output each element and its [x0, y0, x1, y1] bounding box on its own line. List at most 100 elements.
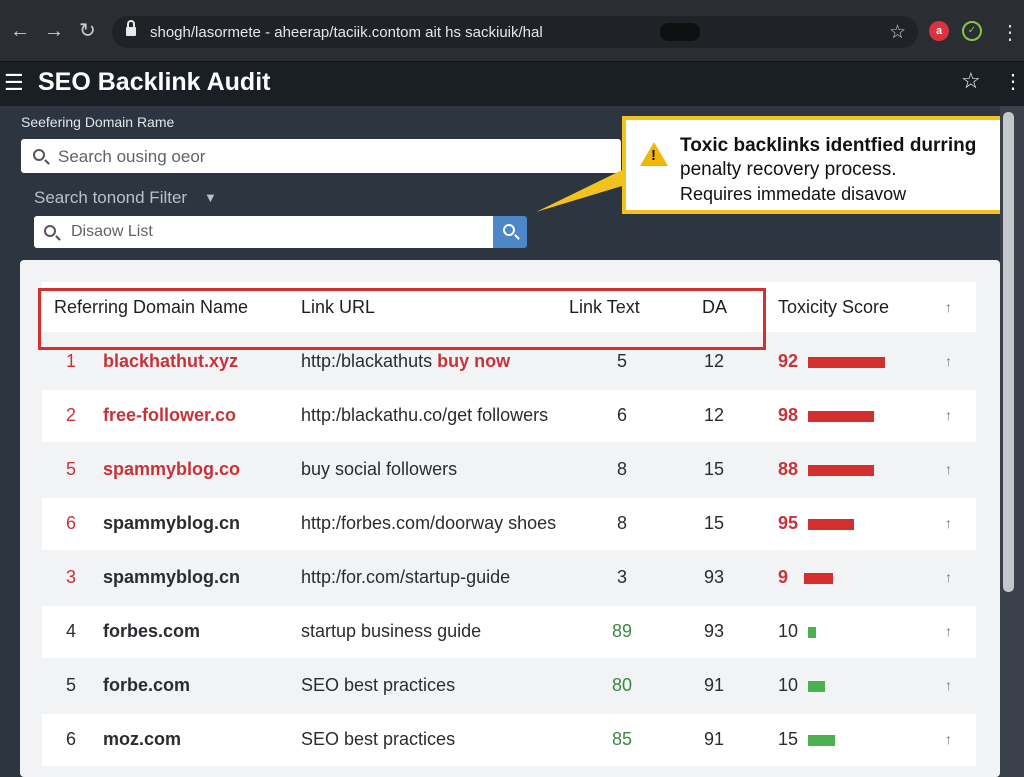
- table-row[interactable]: 3 spammyblog.cn http:/for.com/startup-guid…: [42, 552, 976, 604]
- row-arrow-icon[interactable]: ↑: [945, 407, 952, 423]
- row-arrow-icon[interactable]: ↑: [945, 569, 952, 585]
- toxicity-bar: [808, 465, 874, 476]
- link-url[interactable]: http:/blackathu.co/get followers: [301, 405, 548, 426]
- referring-domain: spammyblog.cn: [103, 513, 241, 533]
- search-placeholder: Search ousing oeor: [58, 147, 206, 166]
- hamburger-menu-icon[interactable]: ☰: [4, 70, 24, 96]
- table-row[interactable]: 2 free-follower.co http:/blackathu.co/get …: [42, 390, 976, 442]
- row-highlight-box: [38, 288, 766, 350]
- link-url[interactable]: buy social followers: [301, 459, 457, 480]
- link-url-highlight: buy now: [437, 351, 511, 371]
- toxic-warning-callout: ! Toxic backlinks identfied durring pena…: [622, 116, 1008, 214]
- toxicity-score: 88: [778, 459, 799, 479]
- table-row[interactable]: 6 moz.com SEO best practices 85 91 15 ↑: [42, 714, 976, 766]
- callout-pointer-shape: [536, 170, 622, 212]
- caret-down-icon[interactable]: ▼: [204, 190, 217, 205]
- link-url[interactable]: SEO best practices: [301, 729, 455, 750]
- forward-arrow-icon[interactable]: →: [44, 20, 64, 42]
- link-text-count: 3: [616, 567, 627, 587]
- referring-domain: blackhathut.xyz: [103, 351, 239, 371]
- table-row[interactable]: 5 forbe.com SEO best practices 80 91 10 ↑: [42, 660, 976, 712]
- row-arrow-icon[interactable]: ↑: [945, 353, 952, 369]
- link-text-count: 85: [611, 729, 633, 749]
- toxicity-bar: [808, 357, 885, 368]
- link-url[interactable]: http:/blackathuts buy now: [301, 351, 510, 372]
- sort-arrow-icon[interactable]: ↑: [945, 299, 952, 315]
- row-arrow-icon[interactable]: ↑: [945, 461, 952, 477]
- row-number: 3: [65, 567, 76, 587]
- link-url-text: buy social followers: [301, 459, 458, 479]
- browser-menu-icon[interactable]: ⋮: [1000, 20, 1020, 45]
- link-url[interactable]: SEO best practices: [301, 675, 455, 696]
- link-text-count: 8: [616, 513, 627, 533]
- domain-authority: 91: [703, 675, 725, 695]
- callout-pointer: [536, 170, 622, 212]
- search-icon: [44, 225, 56, 237]
- lock-icon: [126, 20, 136, 37]
- table-row[interactable]: 5 spammyblog.co buy social followers 8 15 88 ↑: [42, 444, 976, 496]
- filter-dropdown-label[interactable]: Search tonond Filter: [34, 188, 187, 208]
- row-arrow-icon[interactable]: ↑: [945, 623, 952, 639]
- link-url-text: http:/blackathu.co/get followers: [301, 405, 549, 425]
- link-url-text: http:/blackathuts: [301, 351, 438, 371]
- toxicity-bar: [808, 519, 854, 530]
- toxicity-bar: [808, 681, 825, 692]
- search-button[interactable]: [493, 216, 527, 248]
- link-url-text: SEO best practices: [301, 675, 456, 695]
- page-title: SEO Backlink Audit: [38, 68, 271, 96]
- app-menu-icon[interactable]: ⋮: [1003, 69, 1023, 94]
- address-bar[interactable]: shogh/lasormete - aheerap/taciik.contom …: [112, 16, 918, 48]
- favorite-star-icon[interactable]: ☆: [961, 68, 981, 94]
- callout-line-2: penalty recovery process.: [680, 159, 897, 180]
- link-url[interactable]: http:/forbes.com/doorway shoes: [301, 513, 556, 534]
- domain-authority: 93: [703, 567, 725, 587]
- domain-authority: 15: [703, 459, 725, 479]
- callout-line-3: Requires immedate disavow: [680, 184, 907, 204]
- toxicity-bar: [804, 573, 833, 584]
- link-url[interactable]: startup business guide: [301, 621, 481, 642]
- link-url-text: startup business guide: [301, 621, 482, 641]
- referring-domain: free-follower.co: [103, 405, 237, 425]
- back-arrow-icon[interactable]: ←: [10, 20, 30, 42]
- extension-green-icon[interactable]: ✓: [962, 21, 982, 41]
- domain-authority: 12: [703, 405, 725, 425]
- table-row[interactable]: 4 forbes.com startup business guide 89 93 10 ↑: [42, 606, 976, 658]
- referring-domain: forbes.com: [103, 621, 201, 641]
- url-text[interactable]: shogh/lasormete - aheerap/taciik.contom …: [150, 24, 543, 41]
- toxicity-score: 15: [778, 729, 799, 749]
- scrollbar-thumb[interactable]: [1003, 112, 1014, 592]
- referring-domain: moz.com: [103, 729, 182, 749]
- domain-authority: 12: [703, 351, 725, 371]
- toxicity-score: 10: [778, 675, 799, 695]
- callout-line-1: Toxic backlinks identfied durring: [680, 135, 977, 156]
- toxicity-bar: [808, 627, 816, 638]
- search-icon: [33, 149, 45, 161]
- row-number: 6: [65, 729, 76, 749]
- bookmark-star-icon[interactable]: ☆: [889, 21, 906, 44]
- reload-icon[interactable]: ↻: [79, 20, 96, 42]
- link-text-count: 89: [611, 621, 633, 641]
- toxicity-score: 10: [778, 621, 799, 641]
- header-toxicity[interactable]: Toxicity Score: [778, 297, 889, 318]
- row-number: 4: [65, 621, 76, 641]
- link-text-count: 6: [616, 405, 627, 425]
- toxicity-bar: [808, 411, 874, 422]
- link-url-text: http:/forbes.com/doorway shoes: [301, 513, 557, 533]
- extension-red-icon[interactable]: a: [929, 21, 949, 41]
- main-content: Seefering Domain Rame Search ousing oeor…: [0, 106, 1008, 777]
- toxicity-score: 92: [778, 351, 799, 371]
- row-arrow-icon[interactable]: ↑: [945, 731, 952, 747]
- browser-toolbar: ← → ↻ shogh/lasormete - aheerap/taciik.c…: [0, 0, 1024, 62]
- domain-authority: 93: [703, 621, 725, 641]
- domain-authority: 15: [703, 513, 725, 533]
- link-url[interactable]: http:/for.com/startup-guide: [301, 567, 510, 588]
- row-arrow-icon[interactable]: ↑: [945, 677, 952, 693]
- scrollbar[interactable]: [1000, 106, 1024, 777]
- row-number: 2: [65, 405, 76, 425]
- app-header: ☰ SEO Backlink Audit ☆ ⋮: [0, 62, 1024, 106]
- row-number: 5: [65, 459, 76, 479]
- table-row[interactable]: 6 spammyblog.cn http:/forbes.com/doorway s…: [42, 498, 976, 550]
- row-arrow-icon[interactable]: ↑: [945, 515, 952, 531]
- warning-exclamation: !: [651, 147, 656, 164]
- disavow-search-input[interactable]: Disaow List: [34, 216, 494, 248]
